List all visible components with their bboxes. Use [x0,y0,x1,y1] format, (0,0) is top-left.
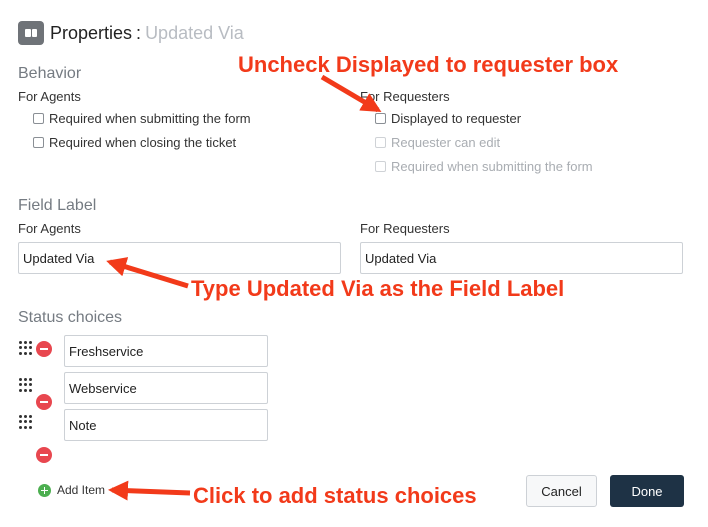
annotation-add-status: Click to add status choices [193,483,477,508]
annotation-uncheck: Uncheck Displayed to requester box [238,52,619,77]
annotation-arrows [106,74,382,501]
arrow-to-field-label-input [106,257,189,289]
arrow-to-add-item [108,480,191,501]
annotation-type-label: Type Updated Via as the Field Label [191,276,565,301]
arrow-to-displayed-checkbox [320,74,382,113]
